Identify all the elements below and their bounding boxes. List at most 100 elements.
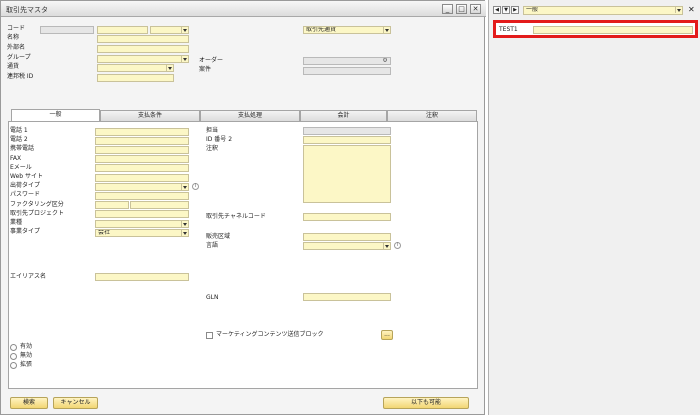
general-field-input[interactable]: 会社 [95, 228, 189, 237]
id2-input[interactable] [303, 136, 391, 144]
general-field-input[interactable] [95, 136, 189, 145]
remarks-textarea[interactable] [303, 145, 391, 203]
tax-id-input[interactable] [97, 74, 174, 82]
marketing-block-label: マーケティングコンテンツ送信ブロック [216, 331, 324, 338]
test-input[interactable] [533, 26, 693, 34]
status-advanced-radio[interactable] [10, 362, 17, 369]
general-field-label: FAX [10, 154, 22, 162]
general-field-label: 事業タイプ [10, 228, 41, 236]
tab-payment-run[interactable]: 支払処理 [200, 110, 300, 121]
currency-select[interactable] [97, 64, 174, 72]
general-field-input[interactable] [95, 182, 189, 191]
code-label: コード [7, 25, 26, 32]
order-value: 0 [303, 57, 391, 65]
general-field-label: 電話 2 [10, 136, 28, 144]
view-select[interactable]: 一般 [523, 6, 683, 15]
chevron-down-icon [181, 56, 188, 62]
general-field-label: Web サイト [10, 173, 43, 180]
gln-input[interactable] [303, 293, 391, 301]
tax-id-label: 連邦税 ID [7, 73, 34, 80]
nav-prev-button[interactable]: ◀ [493, 6, 501, 14]
currency-label: 通貨 [7, 63, 20, 70]
alias-label: エイリアス名 [10, 273, 47, 280]
factoring-name-field[interactable] [130, 201, 189, 210]
order-label: オーダー [199, 57, 224, 64]
general-field-label: 業種 [10, 219, 23, 226]
general-field-input[interactable] [95, 173, 189, 182]
contact-field[interactable] [303, 127, 391, 135]
marketing-ellipsis-button[interactable]: ... [381, 330, 393, 340]
info-icon[interactable]: i [394, 242, 401, 249]
general-field-input[interactable] [95, 164, 189, 173]
remarks-label: 注釈 [206, 145, 219, 152]
search-button[interactable]: 検索 [10, 397, 48, 409]
general-tab-panel [8, 121, 478, 389]
group-label: グループ [7, 54, 31, 61]
general-field-label: 携帯電話 [10, 145, 35, 153]
name-input[interactable] [97, 35, 189, 43]
gln-label: GLN [206, 294, 219, 301]
marketing-block-checkbox[interactable] [206, 332, 213, 339]
general-field-input[interactable] [95, 127, 189, 136]
general-field-input[interactable] [95, 191, 189, 200]
general-field-label: 出荷タイプ [10, 182, 41, 190]
title-bar: 取引先マスタ _ □ ✕ [1, 1, 486, 17]
tab-accounting[interactable]: 会計 [300, 110, 387, 121]
window-title: 取引先マスタ [6, 6, 48, 14]
test-highlight-box: TEST1 [493, 20, 698, 38]
code-type-select[interactable] [150, 26, 189, 34]
close-icon[interactable]: ✕ [470, 4, 481, 14]
status-active-radio[interactable] [10, 344, 17, 351]
general-field-label: 電話 1 [10, 127, 28, 134]
general-field-label: ファクタリング区分 [10, 200, 64, 208]
minimize-icon[interactable]: _ [442, 4, 453, 14]
chevron-down-icon [181, 183, 188, 190]
tab-payment-terms[interactable]: 支払条件 [100, 110, 200, 121]
chevron-down-icon [181, 27, 188, 33]
chevron-down-icon [166, 65, 173, 71]
chevron-down-icon [181, 229, 188, 236]
tab-general[interactable]: 一般 [11, 109, 100, 121]
foreign-name-input[interactable] [97, 45, 189, 53]
close-icon[interactable]: ✕ [688, 5, 695, 14]
group-select[interactable] [97, 55, 189, 63]
language-select[interactable] [303, 242, 391, 250]
bp-channel-label: 取引先チャネルコード [206, 213, 266, 220]
chevron-down-icon [675, 7, 682, 13]
code-series-field[interactable] [40, 26, 94, 34]
cancel-button[interactable]: キャンセル [53, 397, 98, 409]
contact-label: 担当 [206, 127, 219, 134]
general-field-label: パスワード [10, 191, 41, 199]
nav-mid-button[interactable]: ▼ [502, 6, 510, 14]
status-inactive-label: 無効 [20, 352, 33, 359]
name-label: 名称 [7, 34, 20, 41]
general-field-input[interactable] [95, 155, 189, 164]
alias-input[interactable] [95, 273, 189, 281]
chevron-down-icon [181, 220, 188, 227]
view-select-value: 一般 [526, 6, 539, 13]
code-input[interactable] [97, 26, 148, 34]
general-field-input[interactable] [95, 219, 189, 228]
language-label: 言語 [206, 242, 219, 249]
foreign-name-label: 外部名 [7, 44, 26, 51]
general-field-label: 取引先プロジェクト [10, 209, 65, 217]
status-inactive-radio[interactable] [10, 353, 17, 360]
info-icon[interactable]: i [192, 182, 199, 190]
also-possible-button[interactable]: 以下も可能 [383, 397, 469, 409]
maximize-icon[interactable]: □ [456, 4, 467, 14]
general-field-input[interactable] [95, 210, 189, 219]
sales-region-label: 販売区域 [206, 233, 231, 240]
id2-label: ID 番号 2 [206, 136, 233, 143]
sales-region-input[interactable] [303, 233, 391, 241]
nav-next-button[interactable]: ▶ [511, 6, 519, 14]
bp-currency-select[interactable]: 取引先通貨 [303, 26, 391, 34]
tab-remarks[interactable]: 注釈 [387, 110, 477, 121]
general-field-label: Eメール [10, 163, 32, 171]
general-field-input[interactable] [95, 201, 129, 210]
status-advanced-label: 拡張 [20, 361, 33, 368]
general-field-input[interactable] [95, 145, 189, 154]
bp-channel-input[interactable] [303, 213, 391, 221]
bp-currency-value: 取引先通貨 [306, 26, 337, 33]
project-field[interactable] [303, 67, 391, 75]
right-pane: ◀ ▼ ▶ 一般 ✕ TEST1 [488, 0, 700, 415]
